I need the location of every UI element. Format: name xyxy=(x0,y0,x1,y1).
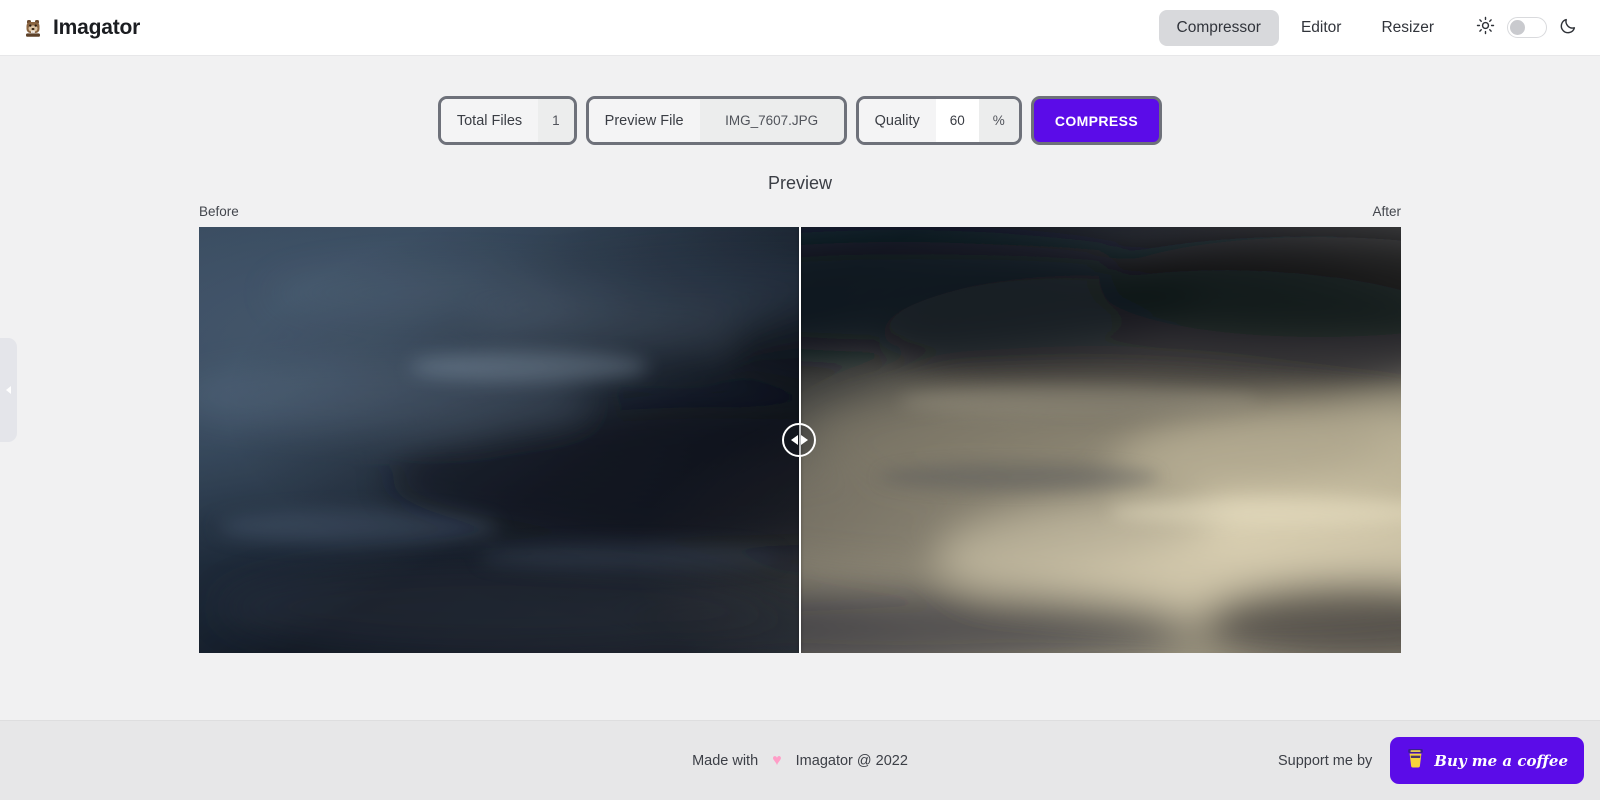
moon-icon xyxy=(1559,16,1578,40)
preview-title: Preview xyxy=(767,173,833,193)
before-label: Before xyxy=(199,204,239,219)
total-files-label: Total Files xyxy=(440,99,539,142)
sun-icon xyxy=(1476,16,1495,40)
quality-unit: % xyxy=(978,99,1019,142)
total-files-value: 1 xyxy=(538,99,574,142)
coffee-cup-icon xyxy=(1406,747,1425,774)
total-files-field: Total Files 1 xyxy=(437,96,577,145)
nav-item-compressor[interactable]: Compressor xyxy=(1158,9,1279,46)
chevron-right-icon xyxy=(6,386,11,394)
buy-me-a-coffee-button[interactable]: Buy me a coffee xyxy=(1390,737,1584,784)
heart-icon: ♥ xyxy=(772,751,782,769)
quality-label: Quality xyxy=(858,99,936,142)
nav-item-resizer[interactable]: Resizer xyxy=(1363,10,1452,46)
arrow-left-icon xyxy=(790,435,798,445)
nav-item-editor[interactable]: Editor xyxy=(1283,10,1360,46)
support-area: Support me by Buy me a coffee xyxy=(1278,737,1584,784)
app-footer: Made with ♥ Imagator @ 2022 Support me b… xyxy=(0,720,1600,800)
compare-labels: Before After xyxy=(199,204,1401,219)
app-header: Imagator Compressor Editor Resizer xyxy=(0,0,1600,56)
theme-switcher xyxy=(1476,16,1578,40)
support-label: Support me by xyxy=(1277,752,1373,769)
quality-input[interactable]: 60 xyxy=(935,99,979,142)
arrow-right-icon xyxy=(800,435,808,445)
header-right: Compressor Editor Resizer xyxy=(1158,9,1578,46)
after-label: After xyxy=(1372,204,1401,219)
side-drawer-toggle[interactable] xyxy=(0,338,17,442)
preview-file-label: Preview File xyxy=(588,99,700,142)
footer-credit: Made with ♥ Imagator @ 2022 xyxy=(692,751,908,769)
compressor-toolbar: Total Files 1 Preview File IMG_7607.JPG … xyxy=(437,96,1163,145)
compressor-toolbar-wrap: Total Files 1 Preview File IMG_7607.JPG … xyxy=(0,96,1600,145)
copyright-label: Imagator @ 2022 xyxy=(795,752,908,769)
brand-name: Imagator xyxy=(53,15,141,39)
made-with-label: Made with xyxy=(692,752,759,769)
preview-file-field[interactable]: Preview File IMG_7607.JPG xyxy=(585,96,847,145)
beaver-logo-icon xyxy=(22,17,44,39)
preview-file-value[interactable]: IMG_7607.JPG xyxy=(699,99,844,142)
main-nav: Compressor Editor Resizer xyxy=(1158,9,1452,46)
theme-toggle[interactable] xyxy=(1507,17,1547,38)
left-right-arrows-icon[interactable] xyxy=(782,423,816,457)
theme-toggle-knob xyxy=(1510,19,1525,35)
quality-field[interactable]: Quality 60 % xyxy=(855,96,1022,145)
buy-me-a-coffee-label: Buy me a coffee xyxy=(1434,751,1568,770)
compress-button[interactable]: COMPRESS xyxy=(1030,96,1163,145)
brand-logo-link[interactable]: Imagator xyxy=(22,16,140,40)
before-after-slider[interactable] xyxy=(199,227,1401,653)
